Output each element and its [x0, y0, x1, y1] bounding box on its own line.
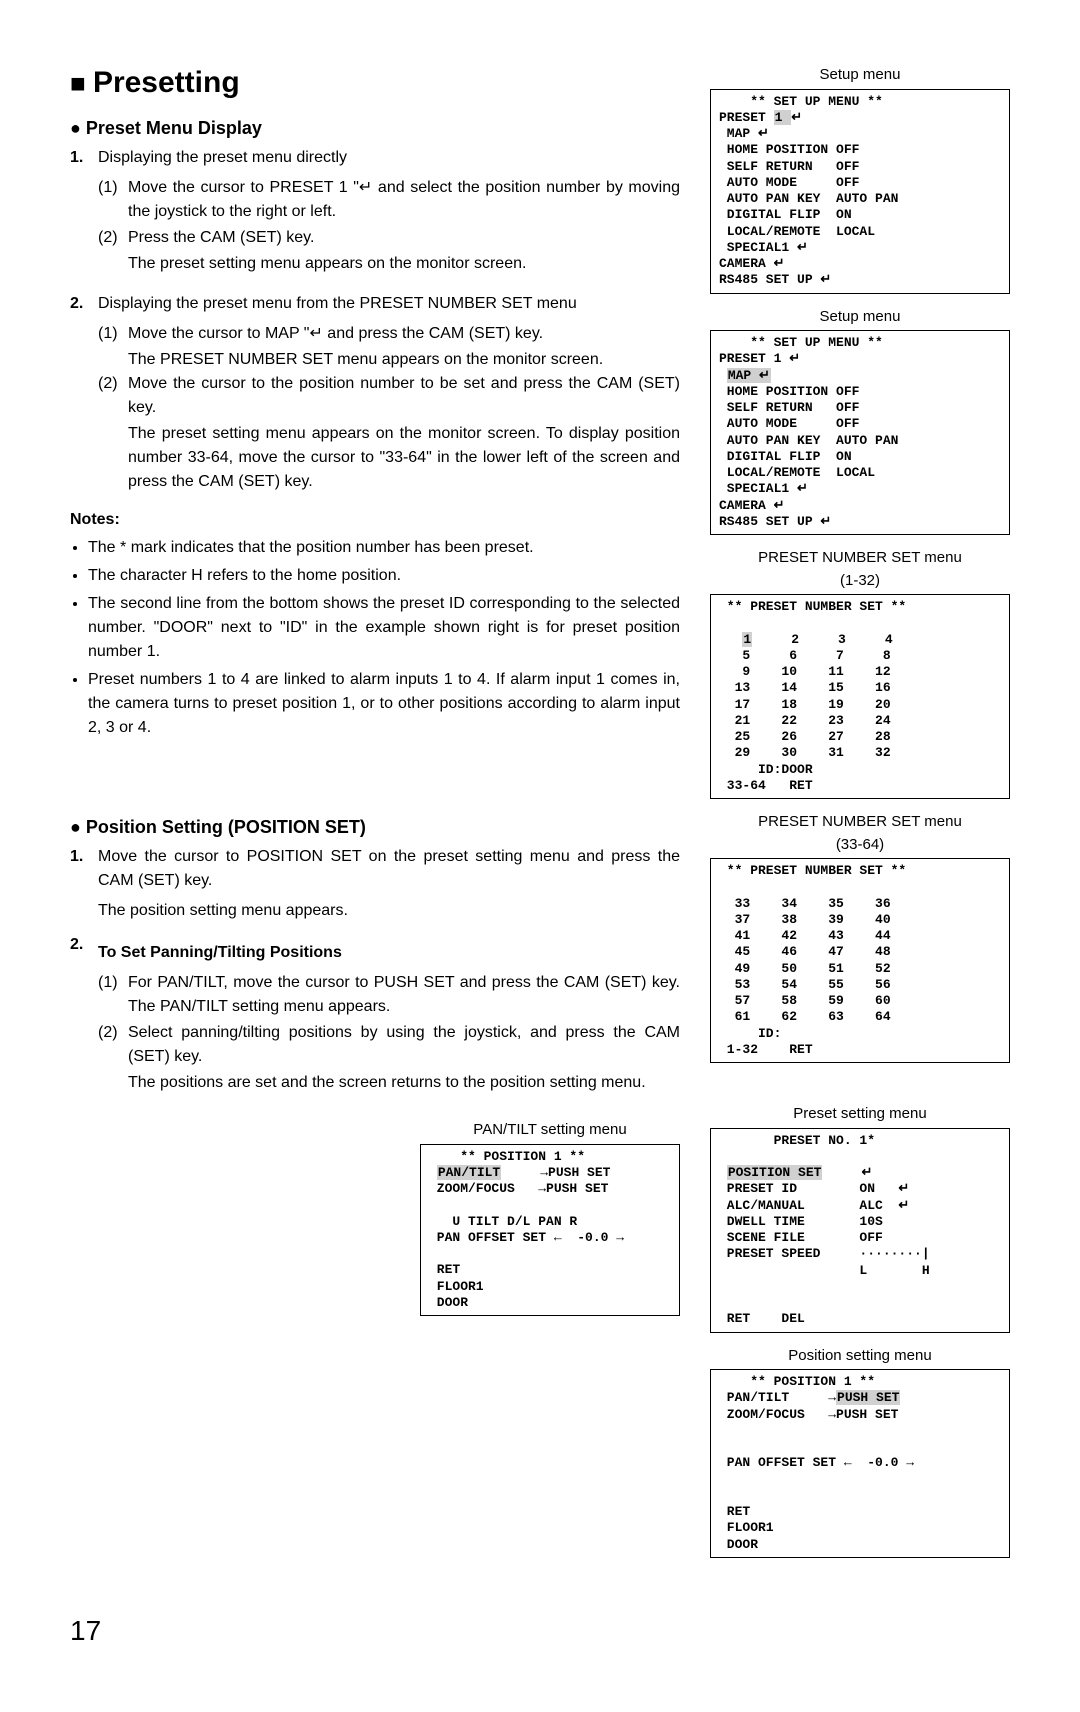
osd-preset-setting: PRESET NO. 1* POSITION SET ↵ PRESET ID O…: [710, 1128, 1010, 1333]
main-column: Presetting Preset Menu Display 1. Displa…: [70, 60, 710, 1328]
osd-setup-2: ** SET UP MENU ** PRESET 1 ↵ MAP ↵ HOME …: [710, 330, 1010, 535]
substep-2-1: (1) Move the cursor to MAP "↵ and press …: [98, 322, 680, 346]
side-column: Setup menu ** SET UP MENU ** PRESET 1 ↵ …: [710, 60, 1010, 1570]
note-item: The second line from the bottom shows th…: [88, 592, 680, 664]
notes-list: The * mark indicates that the position n…: [88, 536, 680, 740]
preset-number-label-b: PRESET NUMBER SET menu: [710, 811, 1010, 834]
osd-position-setting: ** POSITION 1 ** PAN/TILT →PUSH SET ZOOM…: [710, 1369, 1010, 1558]
note-item: The character H refers to the home posit…: [88, 564, 680, 588]
osd-preset-number-33-64: ** PRESET NUMBER SET ** 33 34 35 36 37 3…: [710, 858, 1010, 1063]
step-1: 1. Displaying the preset menu directly: [70, 146, 680, 170]
pantilt-block: PAN/TILT setting menu ** POSITION 1 ** P…: [420, 1115, 680, 1328]
setup-menu-label-2: Setup menu: [710, 306, 1010, 329]
substep-2-2-cont: The preset setting menu appears on the m…: [128, 422, 680, 494]
step-2: 2. Displaying the preset menu from the P…: [70, 292, 680, 316]
substep-1-2: (2) Press the CAM (SET) key.: [98, 226, 680, 250]
pos-step-2: 2. To Set Panning/Tilting Positions: [70, 933, 680, 965]
section-position-setting: Position Setting (POSITION SET): [70, 814, 680, 841]
pos-substep-2-2-cont: The positions are set and the screen ret…: [128, 1071, 680, 1095]
substep-2-1-cont: The PRESET NUMBER SET menu appears on th…: [128, 348, 680, 372]
pos-substep-2-1: (1) For PAN/TILT, move the cursor to PUS…: [98, 971, 680, 1019]
note-item: The * mark indicates that the position n…: [88, 536, 680, 560]
setup-menu-label-1: Setup menu: [710, 64, 1010, 87]
notes-heading: Notes:: [70, 508, 680, 532]
page-number: 17: [70, 1610, 1010, 1652]
position-setting-label: Position setting menu: [710, 1345, 1010, 1368]
page-title: Presetting: [70, 60, 680, 105]
preset-range-b: (33-64): [710, 834, 1010, 857]
step-number: 1.: [70, 146, 98, 170]
preset-range-a: (1-32): [710, 570, 1010, 593]
substep-1-2-cont: The preset setting menu appears on the m…: [128, 252, 680, 276]
section-preset-menu-display: Preset Menu Display: [70, 115, 680, 142]
substep-2-2: (2) Move the cursor to the position numb…: [98, 372, 680, 420]
osd-preset-number-1-32: ** PRESET NUMBER SET ** 1 2 3 4 5 6 7 8 …: [710, 594, 1010, 799]
step-text: Displaying the preset menu directly: [98, 146, 680, 170]
pos-step-1-cont: The position setting menu appears.: [98, 899, 680, 923]
note-item: Preset numbers 1 to 4 are linked to alar…: [88, 668, 680, 740]
preset-number-label-a: PRESET NUMBER SET menu: [710, 547, 1010, 570]
substep-1-1: (1) Move the cursor to PRESET 1 "↵ and s…: [98, 176, 680, 224]
pos-step-1: 1. Move the cursor to POSITION SET on th…: [70, 845, 680, 893]
osd-setup-1: ** SET UP MENU ** PRESET 1 ↵ MAP ↵ HOME …: [710, 89, 1010, 294]
preset-setting-label: Preset setting menu: [710, 1103, 1010, 1126]
osd-pantilt: ** POSITION 1 ** PAN/TILT →PUSH SET ZOOM…: [420, 1144, 680, 1317]
pantilt-label: PAN/TILT setting menu: [420, 1119, 680, 1142]
pos-substep-2-2: (2) Select panning/tilting positions by …: [98, 1021, 680, 1069]
